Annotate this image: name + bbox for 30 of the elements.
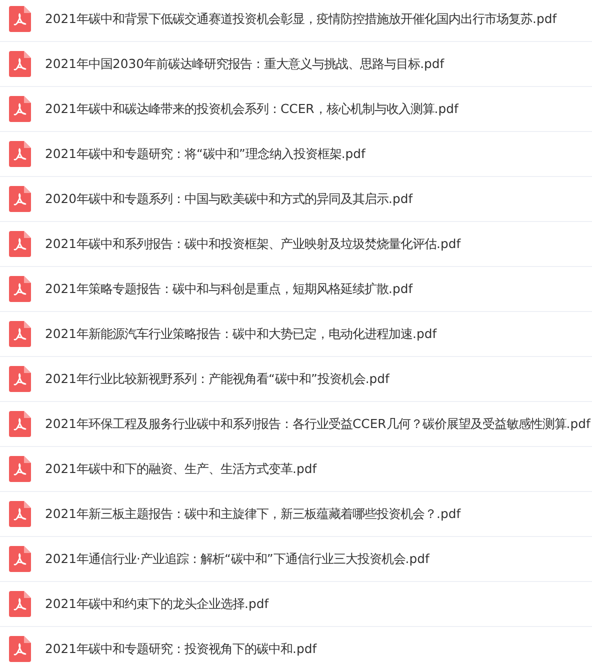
file-link[interactable]: 2021年碳中和下的融资、生产、生活方式变革.pdf: [45, 460, 317, 478]
file-link[interactable]: 2021年碳中和专题研究：投资视角下的碳中和.pdf: [45, 640, 317, 658]
pdf-file-icon: [9, 366, 31, 392]
file-link[interactable]: 2021年策略专题报告：碳中和与科创是重点，短期风格延续扩散.pdf: [45, 280, 413, 298]
file-link[interactable]: 2021年碳中和碳达峰带来的投资机会系列：CCER，核心机制与收入测算.pdf: [45, 100, 458, 118]
pdf-file-icon: [9, 411, 31, 437]
file-link[interactable]: 2021年行业比较新视野系列：产能视角看“碳中和”投资机会.pdf: [45, 370, 390, 388]
pdf-file-icon: [9, 636, 31, 662]
pdf-file-icon: [9, 51, 31, 77]
file-link[interactable]: 2021年环保工程及服务行业碳中和系列报告：各行业受益CCER几何？碳价展望及受益敏感性测算.pdf: [45, 416, 590, 432]
pdf-file-icon: [9, 276, 31, 302]
file-link[interactable]: 2021年碳中和背景下低碳交通赛道投资机会彰显，疫情防控措施放开催化国内出行市场复苏.pdf: [45, 10, 557, 28]
pdf-file-icon: [9, 6, 31, 32]
file-link[interactable]: 2021年新三板主题报告：碳中和主旋律下，新三板蕴藏着哪些投资机会？.pdf: [45, 506, 461, 522]
pdf-file-icon: [9, 231, 31, 257]
pdf-file-icon: [9, 546, 31, 572]
file-link[interactable]: 2021年碳中和约束下的龙头企业选择.pdf: [45, 596, 269, 612]
pdf-file-icon: [9, 501, 31, 527]
file-link[interactable]: 2021年碳中和专题研究：将“碳中和”理念纳入投资框架.pdf: [45, 146, 366, 162]
file-link[interactable]: 2021年通信行业·产业追踪：解析“碳中和”下通信行业三大投资机会.pdf: [45, 550, 430, 568]
file-link[interactable]: 2021年新能源汽车行业策略报告：碳中和大势已定，电动化进程加速.pdf: [45, 326, 437, 342]
pdf-file-icon: [9, 141, 31, 167]
pdf-file-icon: [9, 456, 31, 482]
file-link[interactable]: 2021年碳中和系列报告：碳中和投资框架、产业映射及垃圾焚烧量化评估.pdf: [45, 236, 461, 252]
pdf-file-icon: [9, 591, 31, 617]
file-link[interactable]: 2020年碳中和专题系列：中国与欧美碳中和方式的异同及其启示.pdf: [45, 190, 413, 208]
file-link[interactable]: 2021年中国2030年前碳达峰研究报告：重大意义与挑战、思路与目标.pdf: [45, 56, 444, 72]
pdf-file-icon: [9, 321, 31, 347]
pdf-file-icon: [9, 96, 31, 122]
pdf-file-icon: [9, 186, 31, 212]
